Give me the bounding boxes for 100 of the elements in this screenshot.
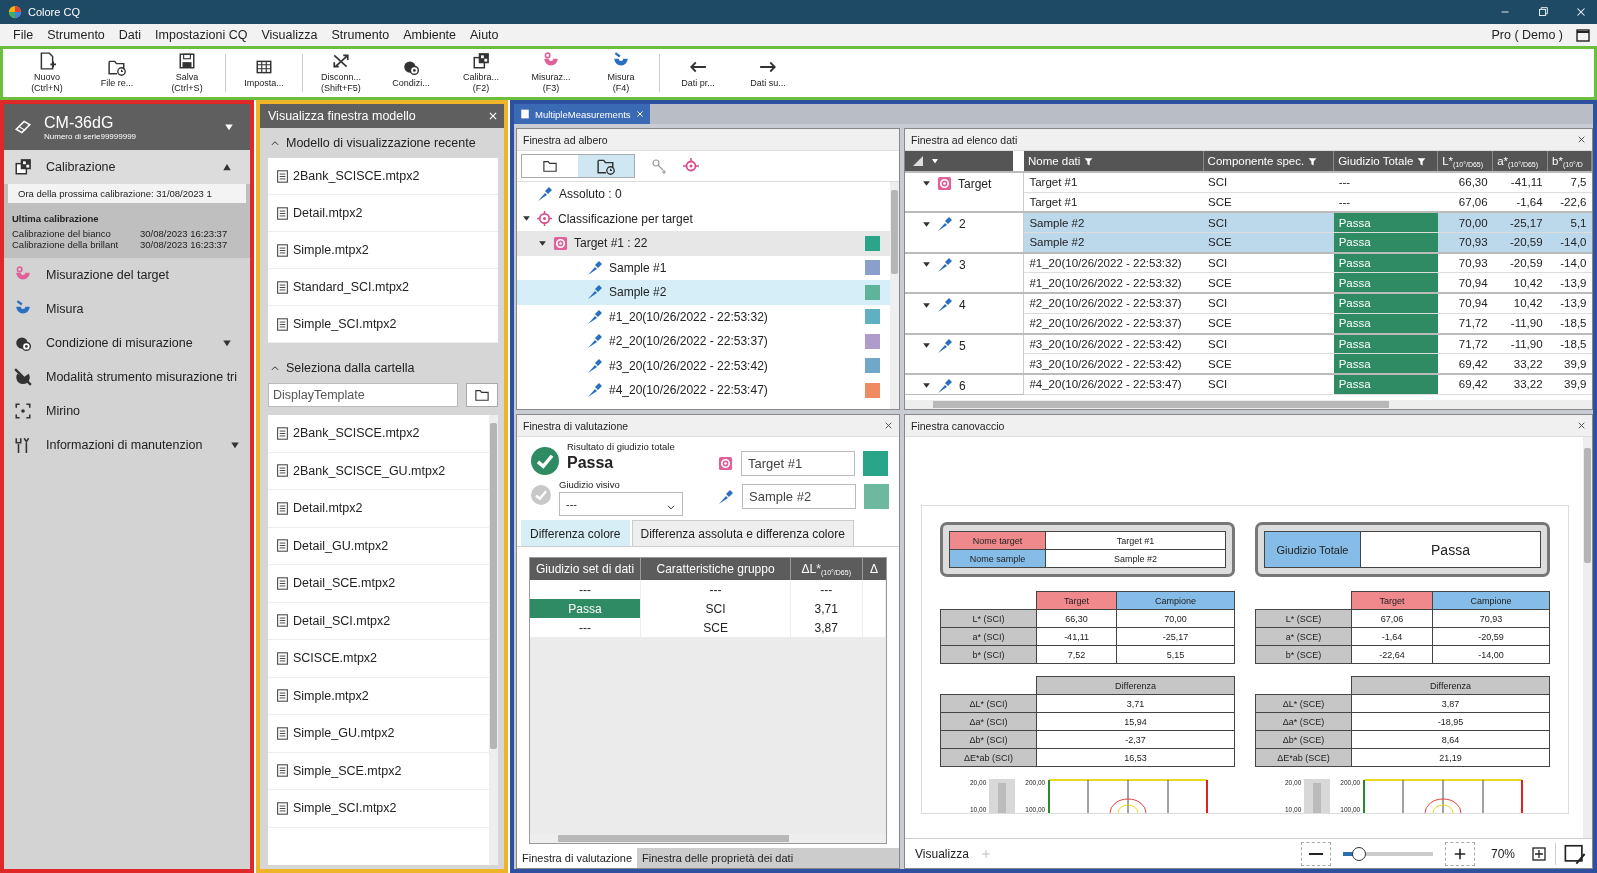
nav-item[interactable]: Informazioni di manutenzion	[4, 428, 250, 462]
table-cell: Campione	[1116, 591, 1235, 610]
tab[interactable]: Differenza colore	[521, 520, 630, 546]
column-header[interactable]: ΔL*$_{(10°/D65)}$	[790, 558, 862, 580]
zoom-in-button[interactable]	[1444, 841, 1475, 866]
table-cell: SCI	[640, 599, 791, 618]
slider-thumb[interactable]	[1351, 846, 1366, 861]
table-cell: 5,1	[1547, 212, 1592, 233]
crossed-out-head-icon	[14, 368, 32, 386]
column-header[interactable]: Nome dati	[1023, 151, 1204, 172]
scrollbar[interactable]	[905, 400, 1592, 409]
template-item[interactable]: Detail_SCI.mtpx2	[268, 602, 489, 640]
template-item[interactable]: Detail_SCE.mtpx2	[268, 565, 489, 603]
template-item[interactable]: Simple_GU.mtpx2	[268, 715, 489, 753]
nav-item[interactable]: Mirino	[4, 394, 250, 428]
toolbar-button[interactable]: Salva (Ctrl+S)	[155, 50, 219, 96]
scrollbar[interactable]	[489, 415, 498, 865]
tree-item[interactable]: Target #1 : 22	[517, 231, 890, 256]
tab[interactable]: Differenza assoluta e differenza colore	[631, 520, 854, 546]
template-item[interactable]: Simple_SCI.mtpx2	[268, 306, 498, 343]
template-item[interactable]: Simple.mtpx2	[268, 232, 498, 269]
group-cell[interactable]: 5	[905, 333, 1024, 374]
tree-item[interactable]: Sample #2	[517, 280, 890, 305]
caret-icon[interactable]	[224, 122, 234, 132]
calibration-item[interactable]: Calibrazione	[4, 150, 250, 184]
menu-item[interactable]: Dati	[111, 28, 149, 42]
group-cell[interactable]: 6	[905, 373, 1024, 395]
toolbar-button[interactable]: Dati su...	[736, 55, 800, 91]
panel-title: Visualizza finestra modello	[268, 109, 416, 123]
tree-item[interactable]: Classificazione per target	[517, 206, 890, 231]
template-item[interactable]: Standard_SCI.mtpx2	[268, 269, 498, 306]
key-plus-icon[interactable]	[651, 158, 667, 174]
template-item[interactable]: 2Bank_SCISCE.mtpx2	[268, 158, 498, 195]
browse-folder-button[interactable]	[466, 383, 498, 407]
toolbar-button[interactable]: Condizi...	[379, 55, 443, 91]
template-item[interactable]: SCISCE.mtpx2	[268, 640, 489, 678]
toolbar-button[interactable]: Misura (F4)	[589, 50, 653, 96]
scrollbar[interactable]	[1583, 437, 1592, 838]
view-tab[interactable]: Visualizza	[911, 846, 973, 861]
instrument-header[interactable]: CM-36dG Numero di serie99999999	[4, 104, 250, 150]
toolbar-button[interactable]: Calibra... (F2)	[449, 50, 513, 96]
visual-judgement-dropdown[interactable]: ---	[559, 492, 683, 516]
toolbar-button[interactable]: Nuovo (Ctrl+N)	[15, 50, 79, 96]
section-header[interactable]: Seleziona dalla cartella	[260, 353, 504, 383]
column-header[interactable]: Giudizio set di dati	[530, 558, 641, 580]
menu-item[interactable]: Ambiente	[396, 28, 463, 42]
menu-item[interactable]: Aiuto	[463, 28, 506, 42]
template-item[interactable]: Detail.mtpx2	[268, 195, 498, 232]
menu-item[interactable]: Impostazioni CQ	[148, 28, 255, 42]
close-icon[interactable]	[884, 421, 893, 430]
toolbar-button[interactable]: File re...	[85, 55, 149, 91]
nav-item[interactable]: Condizione di misurazione	[4, 326, 250, 360]
fit-icon[interactable]	[1531, 845, 1547, 862]
gear-icon	[14, 334, 32, 352]
template-item[interactable]: Simple.mtpx2	[268, 677, 489, 715]
close-icon[interactable]	[1577, 135, 1586, 144]
pipette-icon	[937, 377, 953, 394]
column-header[interactable]: Δ	[862, 558, 886, 580]
window-icon[interactable]	[1575, 27, 1591, 43]
template-item[interactable]: Simple_SCE.mtpx2	[268, 752, 489, 790]
group-cell[interactable]: 3	[905, 252, 1024, 294]
table-cell: -13,9	[1547, 293, 1592, 314]
crosshair-icon[interactable]	[683, 158, 699, 174]
template-item[interactable]: 2Bank_SCISCE.mtpx2	[268, 415, 489, 453]
close-icon[interactable]	[1577, 421, 1586, 430]
table-cell: -41,11	[1036, 627, 1117, 646]
tree-item[interactable]: Assoluto : 0	[517, 182, 890, 207]
menu-item[interactable]: Visualizza	[254, 28, 325, 42]
template-item[interactable]: Detail_GU.mtpx2	[268, 527, 489, 565]
folder-field[interactable]: DisplayTemplate	[268, 383, 458, 407]
menu-item[interactable]: Strumento	[40, 28, 112, 42]
column-header[interactable]: Caratteristiche gruppo	[640, 558, 791, 580]
select-all-header[interactable]	[905, 151, 1013, 171]
edit-window-icon[interactable]	[1564, 842, 1586, 865]
toolbar-button[interactable]: Misuraz... (F3)	[519, 50, 583, 96]
section-header[interactable]: Modello di visualizzazione recente	[260, 128, 504, 158]
template-item[interactable]: Detail.mtpx2	[268, 490, 489, 528]
toolbar-button[interactable]: Dati pr...	[666, 55, 730, 91]
nav-item[interactable]: Misurazione del target	[4, 258, 250, 292]
calibration-label: Calibrazione del bianco	[12, 228, 112, 239]
scrollbar[interactable]	[890, 182, 899, 409]
toolbar-button[interactable]: Imposta...	[232, 55, 296, 91]
tab[interactable]: Finestra di valutazione	[517, 848, 638, 868]
table-cell: SCE	[1203, 313, 1334, 334]
template-item[interactable]: Simple_SCI.mtpx2	[268, 790, 489, 828]
sample-field[interactable]: Sample #2	[742, 484, 856, 509]
menu-item[interactable]: File	[6, 28, 41, 42]
group-cell[interactable]: 2	[905, 212, 1024, 253]
zoom-out-button[interactable]	[1300, 841, 1331, 866]
view-toggle[interactable]	[578, 155, 634, 177]
toolbar-button[interactable]: Disconn... (Shift+F5)	[309, 50, 373, 96]
table-cell: -18,95	[1351, 712, 1550, 731]
group-cell[interactable]: 4	[905, 293, 1024, 334]
nav-item[interactable]: Misura	[4, 292, 250, 326]
document-tab[interactable]: MultipleMeasurements	[514, 104, 650, 124]
nav-item[interactable]: Modalità strumento misurazione tri	[4, 360, 250, 394]
group-cell[interactable]: Target	[905, 172, 1024, 213]
menu-item[interactable]: Strumento	[324, 28, 397, 42]
target-field[interactable]: Target #1	[741, 451, 855, 476]
template-item[interactable]: 2Bank_SCISCE_GU.mtpx2	[268, 452, 489, 490]
